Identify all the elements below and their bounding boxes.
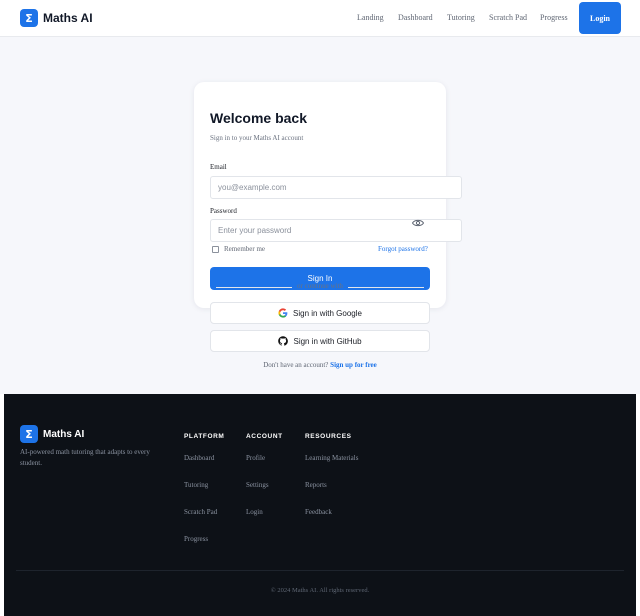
nav-link-progress[interactable]: Progress [540, 13, 568, 22]
site-footer: Σ Maths AI AI-powered math tutoring that… [4, 394, 636, 616]
site-header: Σ Maths AI Landing Dashboard Tutoring Sc… [0, 0, 640, 37]
signup-prompt: Don't have an account? [263, 361, 329, 369]
footer-link-login[interactable]: Login [246, 508, 263, 516]
divider-right [348, 287, 424, 288]
footer-link-dashboard[interactable]: Dashboard [184, 454, 214, 462]
footer-heading-platform: PLATFORM [184, 433, 225, 440]
footer-link-learning-materials[interactable]: Learning Materials [305, 454, 358, 462]
signup-prompt-row: Don't have an account? Sign up for free [0, 361, 640, 369]
google-signin-button[interactable]: Sign in with Google [210, 302, 430, 324]
google-icon [278, 308, 288, 318]
page-title: Welcome back [210, 110, 308, 126]
divider-text: or continue with [297, 282, 343, 290]
github-signin-label: Sign in with GitHub [293, 336, 362, 346]
password-label: Password [210, 207, 237, 215]
nav-link-dashboard[interactable]: Dashboard [398, 13, 433, 22]
forgot-password-link[interactable]: Forgot password? [378, 245, 428, 253]
main-content: Welcome back Sign in to your Maths AI ac… [0, 37, 640, 394]
footer-link-tutoring[interactable]: Tutoring [184, 481, 208, 489]
brand-name: Maths AI [43, 11, 93, 25]
footer-description: AI-powered math tutoring that adapts to … [20, 448, 150, 467]
github-icon [278, 336, 289, 346]
github-signin-button[interactable]: Sign in with GitHub [210, 330, 430, 352]
nav-link-tutoring[interactable]: Tutoring [447, 13, 475, 22]
footer-link-settings[interactable]: Settings [246, 481, 269, 489]
footer-heading-account: ACCOUNT [246, 433, 283, 440]
password-field[interactable] [210, 219, 462, 242]
remember-me-label: Remember me [224, 245, 266, 253]
email-label: Email [210, 163, 227, 171]
signin-card: Welcome back Sign in to your Maths AI ac… [194, 82, 462, 308]
sigma-logo-icon: Σ [20, 9, 38, 27]
nav-link-landing[interactable]: Landing [357, 13, 384, 22]
footer-link-feedback[interactable]: Feedback [305, 508, 332, 516]
remember-me-checkbox[interactable] [212, 246, 219, 253]
email-field[interactable] [210, 176, 462, 199]
login-button[interactable]: Login [579, 2, 621, 34]
footer-link-profile[interactable]: Profile [246, 454, 265, 462]
nav-link-scratch-pad[interactable]: Scratch Pad [489, 13, 527, 22]
sigma-logo-icon: Σ [20, 425, 38, 443]
signup-link[interactable]: Sign up for free [330, 361, 377, 369]
google-signin-label: Sign in with Google [293, 308, 362, 318]
footer-brand-name: Maths AI [43, 428, 85, 440]
footer-brand[interactable]: Σ Maths AI [20, 425, 84, 443]
footer-link-reports[interactable]: Reports [305, 481, 327, 489]
footer-heading-resources: RESOURCES [305, 433, 352, 440]
footer-link-progress[interactable]: Progress [184, 535, 208, 543]
brand[interactable]: Σ Maths AI [20, 9, 93, 27]
eye-icon[interactable] [412, 218, 424, 228]
footer-link-scratch-pad[interactable]: Scratch Pad [184, 508, 217, 516]
signin-subtitle: Sign in to your Maths AI account [210, 134, 304, 142]
copyright: © 2024 Maths AI. All rights reserved. [270, 587, 370, 594]
footer-divider [16, 570, 624, 571]
